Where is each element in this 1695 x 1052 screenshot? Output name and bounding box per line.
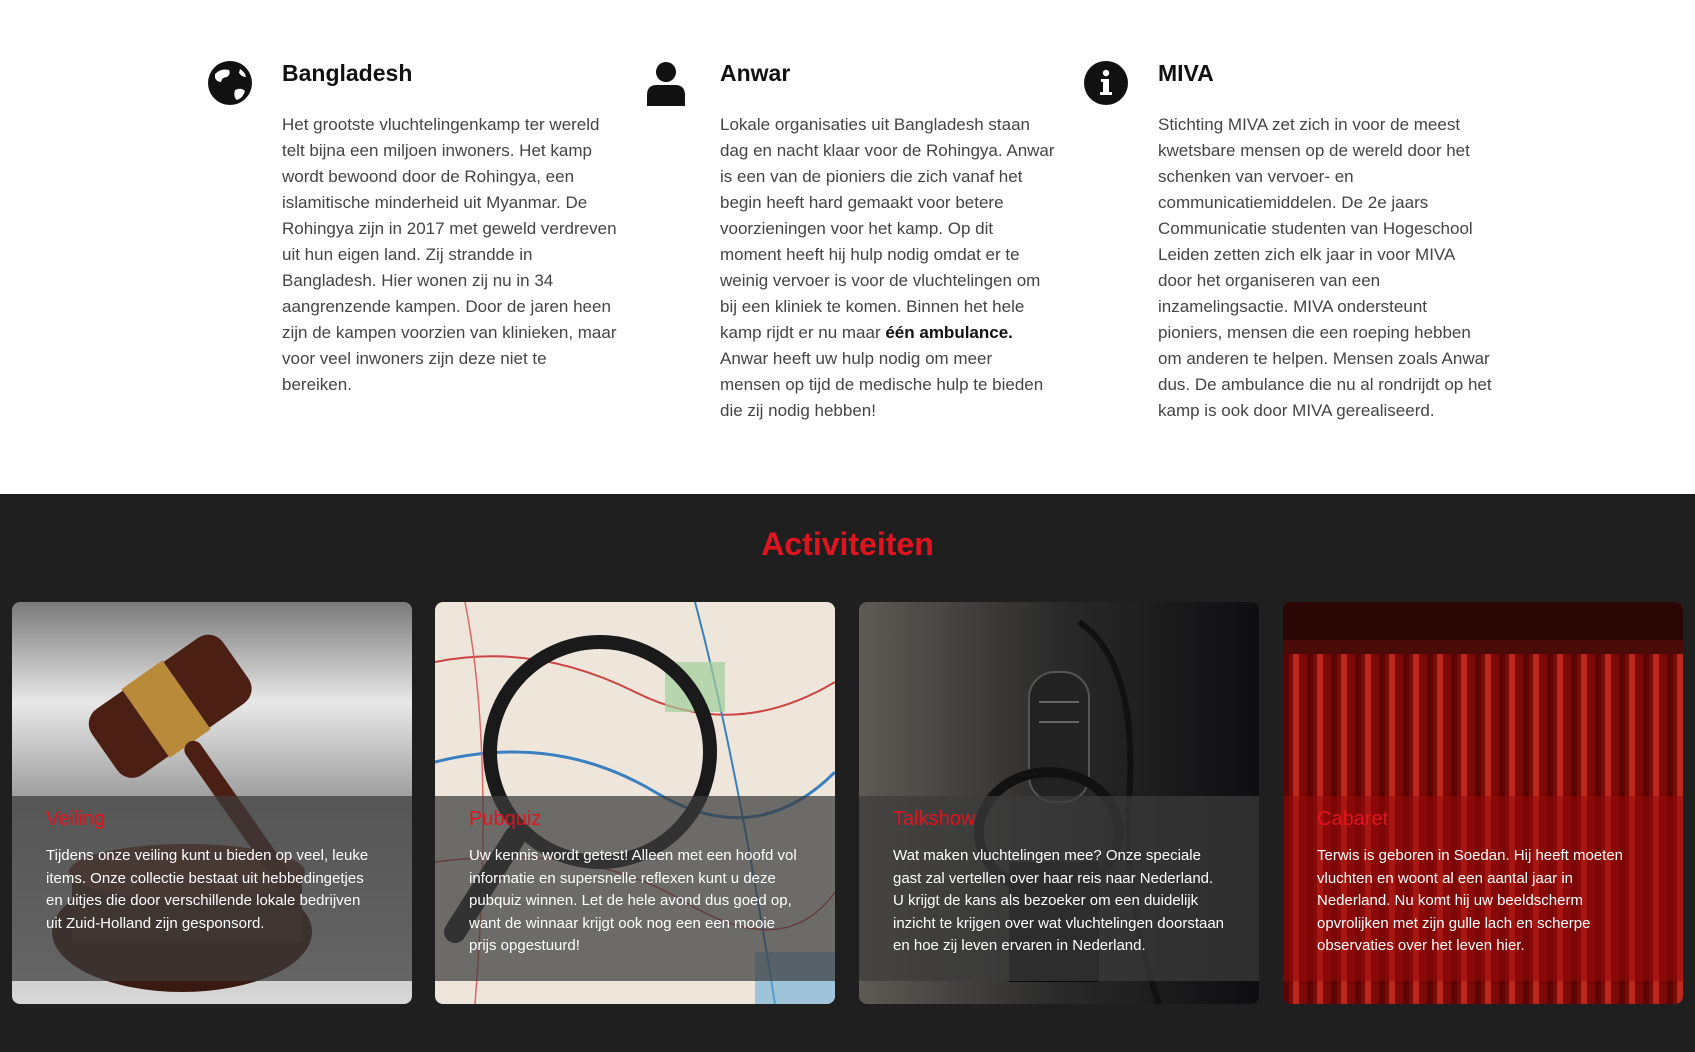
activity-card-pubquiz[interactable]: Pubquiz Uw kennis wordt getest! Alleen m… [435,602,835,1004]
activity-title: Talkshow [893,808,976,830]
info-text: Het grootste vluchtelingenkamp ter werel… [282,115,617,394]
activity-text: Tijdens onze veiling kunt u bieden op ve… [46,847,369,932]
info-title: Bangladesh [282,60,413,86]
info-text: Stichting MIVA zet zich in voor de meest… [1158,115,1492,420]
activity-title: Cabaret [1317,808,1389,830]
info-title: Anwar [720,60,791,86]
activity-card-overlay: Talkshow Wat maken vluchtelingen mee? On… [859,796,1259,981]
info-text-emphasis: één ambulance. [885,323,1013,342]
activity-text: Uw kennis wordt getest! Alleen met een h… [469,847,797,954]
activities-section: Activiteiten Veiling Tijdens onze veilin… [0,494,1695,1052]
user-icon [647,62,685,106]
activity-text: Terwis is geboren in Soedan. Hij heeft m… [1317,847,1624,954]
info-text: Lokale organisaties uit Bangladesh staan… [720,115,1055,420]
activity-title: Veiling [46,808,105,830]
activity-card-overlay: Cabaret Terwis is geboren in Soedan. Hij… [1283,796,1683,981]
activities-heading: Activiteiten [761,526,934,562]
globe-icon [208,61,252,105]
info-title: MIVA [1158,60,1214,86]
info-icon [1084,61,1128,105]
activity-card-cabaret[interactable]: Cabaret Terwis is geboren in Soedan. Hij… [1283,602,1683,1004]
activity-card-veiling[interactable]: Veiling Tijdens onze veiling kunt u bied… [12,602,412,1004]
info-section: Bangladesh Het grootste vluchtelingenkam… [0,0,1695,494]
activity-card-overlay: Pubquiz Uw kennis wordt getest! Alleen m… [435,796,835,981]
activity-title: Pubquiz [469,808,542,830]
activity-text: Wat maken vluchtelingen mee? Onze specia… [893,847,1225,954]
activity-card-talkshow[interactable]: Talkshow Wat maken vluchtelingen mee? On… [859,602,1259,1004]
activity-card-overlay: Veiling Tijdens onze veiling kunt u bied… [12,796,412,981]
